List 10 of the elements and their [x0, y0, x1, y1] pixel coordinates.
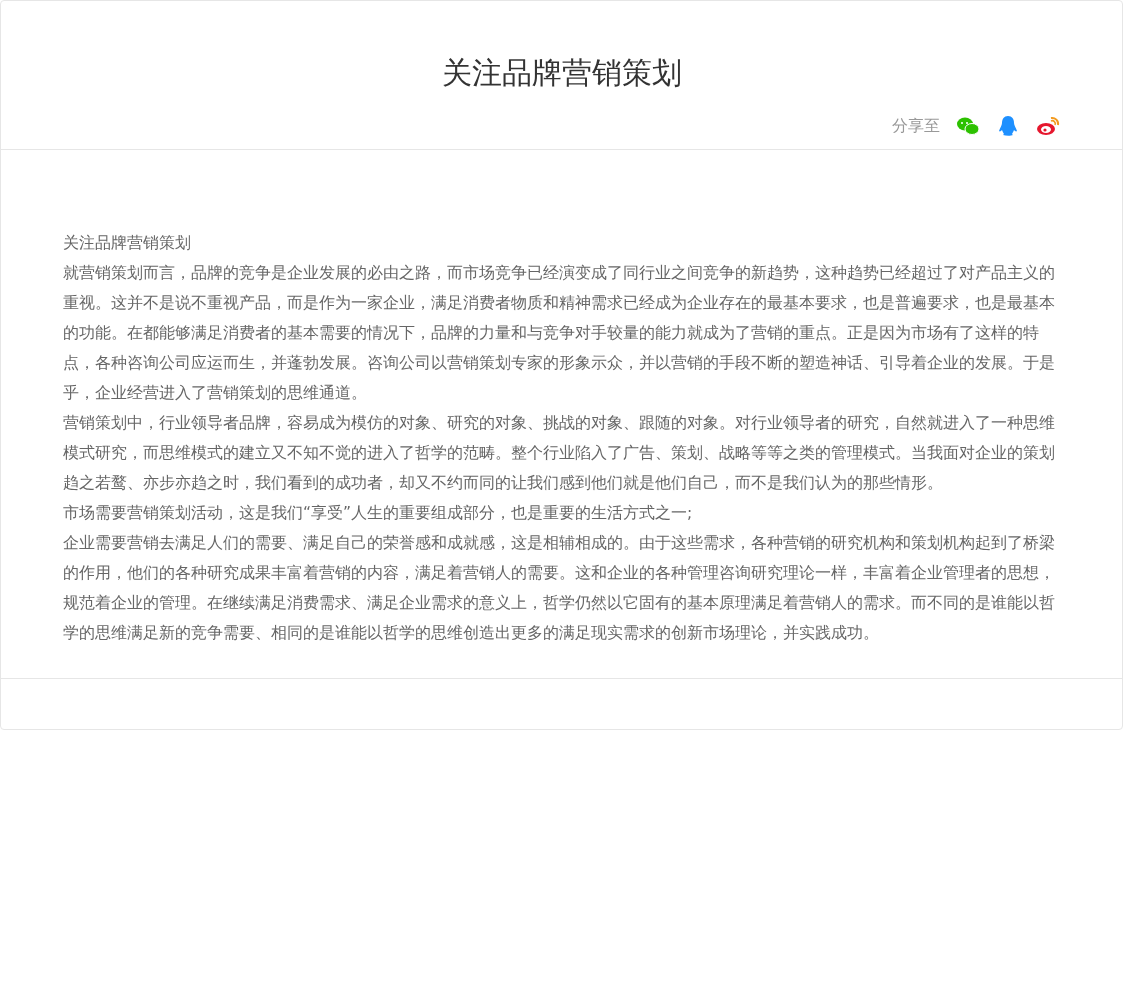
article-paragraph: 营销策划中，行业领导者品牌，容易成为模仿的对象、研究的对象、挑战的对象、跟随的对象。对行业领导者的研究，自然就进入了一种思维模式研究，而思维模式的建立又不知不觉的进入了哲学的范畴。整个行业陷入了广告、策划、战略等等之类的管理模式。当我面对企业的策划趋之若鹜、亦步亦趋之时，我们看到的成功者，却又不约而同的让我们感到他们就是他们自己，而不是我们认为的那些情形。	[63, 413, 1056, 494]
article-paragraph: 市场需要营销策划活动，这是我们“享受”人生的重要组成部分，也是重要的生活方式之一;	[63, 503, 694, 524]
weibo-icon[interactable]	[1036, 115, 1060, 137]
article-paragraph: 关注品牌营销策划	[63, 233, 192, 254]
share-label: 分享至	[892, 115, 940, 137]
penguin-icon[interactable]	[996, 115, 1020, 137]
chat-bubbles-icon[interactable]	[956, 115, 980, 137]
article-paragraph: 就营销策划而言，品牌的竞争是企业发展的必由之路，而市场竞争已经演变成了同行业之间竞争的新趋势，这种趋势已经超过了对产品主义的重视。这并不是说不重视产品，而是作为一家企业，满足消费者物质和精神需求已经成为企业存在的最基本要求，也是普遍要求，也是最基本的功能。在都能够满足消费者的基本需要的情况下，品牌的力量和与竞争对手较量的能力就成为了营销的重点。正是因为市场有了这样的特点，各种咨询公司应运而生，并蓬勃发展。咨询公司以营销策划专家的形象示众，并以营销的手段不断的塑造神话、引导着企业的发展。于是乎，企业经营进入了营销策划的思维通道。	[63, 263, 1056, 404]
page-title: 关注品牌营销策划	[440, 54, 683, 92]
article-paragraph: 企业需要营销去满足人们的需要、满足自己的荣誉感和成就感，这是相辅相成的。由于这些需求，各种营销的研究机构和策划机构起到了桥梁的作用，他们的各种研究成果丰富着营销的内容，满足着营销人的需要。这和企业的各种管理咨询研究理论一样，丰富着企业管理者的思想，规范着企业的管理。在继续满足消费需求、满足企业需求的意义上，哲学仍然以它固有的基本原理满足着营销人的需求。而不同的是谁能以哲学的思维满足新的竞争需要、相同的是谁能以哲学的思维创造出更多的满足现实需求的创新市场理论，并实践成功。	[63, 533, 1056, 644]
